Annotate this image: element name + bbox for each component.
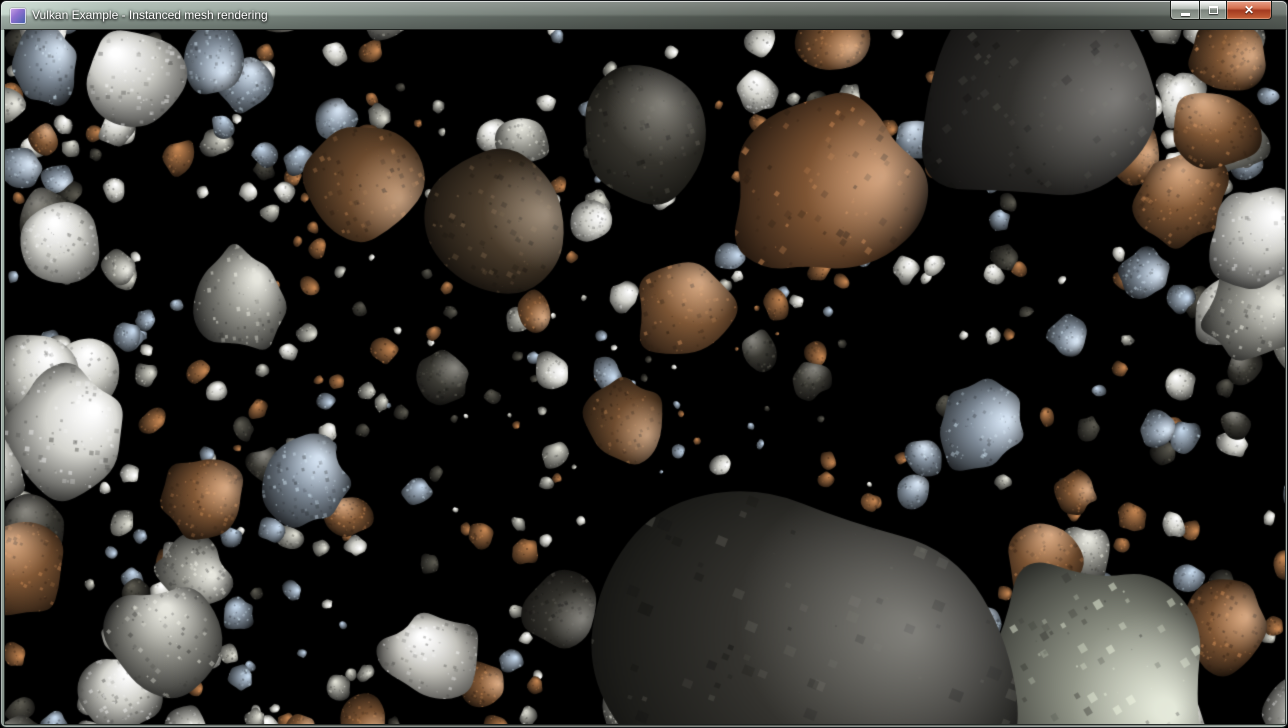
maximize-icon [1209, 6, 1218, 14]
window-title: Vulkan Example - Instanced mesh renderin… [32, 1, 268, 30]
close-icon: ✕ [1244, 4, 1254, 16]
render-viewport[interactable] [5, 30, 1285, 724]
app-icon[interactable] [10, 8, 26, 24]
title-bar[interactable]: Vulkan Example - Instanced mesh renderin… [1, 1, 1287, 30]
minimize-icon [1181, 13, 1190, 16]
close-button[interactable]: ✕ [1226, 1, 1272, 20]
render-canvas[interactable] [5, 30, 1285, 724]
window-controls: ✕ [1171, 1, 1272, 20]
maximize-button[interactable] [1199, 1, 1227, 20]
app-window: Vulkan Example - Instanced mesh renderin… [0, 0, 1288, 728]
minimize-button[interactable] [1170, 1, 1200, 20]
